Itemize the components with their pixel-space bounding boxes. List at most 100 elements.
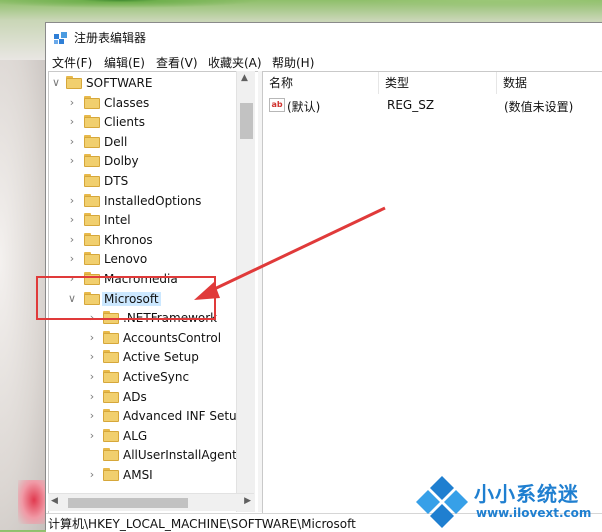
menu-help[interactable]: 帮助(H) — [272, 54, 314, 71]
folder-icon — [84, 134, 100, 148]
menu-favorites[interactable]: 收藏夹(A) — [208, 54, 262, 71]
tree-item-label: Advanced INF Setup — [123, 409, 245, 424]
expand-arrow-icon[interactable]: › — [67, 154, 77, 167]
menu-bar: 文件(F) 编辑(E) 查看(V) 收藏夹(A) 帮助(H) — [46, 51, 602, 71]
expand-arrow-icon[interactable]: › — [67, 233, 77, 246]
tree-item-label: ADs — [123, 389, 147, 404]
scroll-left-icon[interactable]: ◀ — [51, 496, 58, 506]
expand-arrow-icon[interactable]: › — [87, 468, 97, 481]
folder-icon — [103, 389, 119, 403]
tree-item-label: Dell — [104, 134, 128, 149]
tree-item-label: AMSI — [123, 468, 153, 482]
tree-horizontal-scrollbar[interactable]: ◀ ▶ — [48, 493, 254, 511]
folder-icon — [84, 213, 100, 227]
tree-item-label: ALG — [123, 428, 148, 443]
tree-item-active-setup[interactable]: › Active Setup — [49, 348, 239, 367]
expand-arrow-icon[interactable]: › — [87, 409, 97, 422]
tree-item-alg[interactable]: › ALG — [49, 427, 239, 446]
value-type: REG_SZ — [387, 98, 435, 112]
column-header-name[interactable]: 名称 — [263, 72, 379, 94]
tree-item-installedoptions[interactable]: › InstalledOptions — [49, 192, 239, 211]
scroll-right-icon[interactable]: ▶ — [244, 496, 251, 506]
menu-edit[interactable]: 编辑(E) — [104, 54, 145, 71]
menu-file[interactable]: 文件(F) — [52, 54, 92, 71]
folder-icon — [84, 193, 100, 207]
folder-icon — [103, 350, 119, 364]
tree-item-amsi[interactable]: › AMSI — [49, 466, 239, 485]
folder-icon — [84, 115, 100, 129]
folder-icon — [103, 330, 119, 344]
tree-item-ads[interactable]: › ADs — [49, 388, 239, 407]
column-header-type[interactable]: 类型 — [379, 72, 497, 94]
expand-arrow-icon[interactable]: › — [67, 252, 77, 265]
hscroll-thumb[interactable] — [68, 498, 188, 508]
tree-item-classes[interactable]: › Classes — [49, 94, 239, 113]
folder-icon — [84, 252, 100, 266]
expand-arrow-icon[interactable]: › — [67, 194, 77, 207]
tree-item-accountscontrol[interactable]: › AccountsControl — [49, 329, 239, 348]
tree-item-intel[interactable]: › Intel — [49, 211, 239, 230]
tree-item-dts[interactable]: DTS — [49, 172, 239, 191]
value-data: (数值未设置) — [504, 100, 574, 114]
tree-vertical-scrollbar[interactable]: ▲ ▼ — [236, 71, 255, 512]
watermark-brand: 小小系统迷 — [474, 482, 579, 506]
scroll-up-icon[interactable]: ▲ — [241, 73, 248, 83]
regedit-icon — [54, 32, 67, 44]
expand-arrow-icon[interactable]: › — [87, 331, 97, 344]
expand-arrow-icon[interactable]: › — [67, 115, 77, 128]
folder-icon — [103, 370, 119, 383]
folder-icon — [103, 468, 119, 481]
tree-item-alluserinstallagent[interactable]: AllUserInstallAgent — [49, 446, 239, 465]
tree-item-lenovo[interactable]: › Lenovo — [49, 250, 239, 269]
tree-item-label: Classes — [104, 95, 150, 110]
folder-icon — [84, 154, 100, 168]
expand-arrow-icon[interactable]: › — [87, 429, 97, 442]
tree-item-dell[interactable]: › Dell — [49, 133, 239, 152]
expand-arrow-icon[interactable]: › — [87, 370, 97, 383]
expand-arrow-icon[interactable]: › — [87, 390, 97, 403]
watermark-url: www.ilovext.com — [476, 506, 592, 520]
status-path: 计算机\HKEY_LOCAL_MACHINE\SOFTWARE\Microsof… — [48, 517, 356, 531]
tree-item-software[interactable]: ∨ SOFTWARE — [49, 74, 239, 93]
folder-icon — [84, 232, 100, 246]
tree-item-label: SOFTWARE — [86, 76, 153, 90]
tree-item-label: Khronos — [104, 232, 153, 247]
tree-item-label: Intel — [104, 213, 131, 228]
expand-arrow-icon[interactable]: › — [67, 213, 77, 226]
title-bar: 注册表编辑器 — [46, 23, 602, 51]
window-title: 注册表编辑器 — [74, 31, 147, 45]
tree-item-label: Clients — [104, 115, 145, 130]
collapse-arrow-icon[interactable]: ∨ — [51, 76, 61, 89]
expand-arrow-icon[interactable]: › — [67, 135, 77, 148]
column-header-data[interactable]: 数据 — [497, 72, 602, 94]
value-list-pane[interactable]: 名称 类型 数据 ab (默认) REG_SZ (数值未设置) — [262, 71, 602, 513]
value-row[interactable]: ab (默认) REG_SZ (数值未设置) — [263, 96, 602, 115]
value-name: (默认) — [287, 100, 321, 114]
tree-item-label: InstalledOptions — [104, 193, 202, 208]
folder-icon — [103, 428, 119, 442]
menu-view[interactable]: 查看(V) — [156, 54, 198, 71]
folder-icon — [84, 174, 100, 187]
scroll-thumb[interactable] — [240, 103, 253, 139]
tree-item-label: Active Setup — [123, 350, 199, 365]
expand-arrow-icon[interactable]: › — [87, 350, 97, 363]
tree-item-label: ActiveSync — [123, 370, 190, 384]
tree-item-dolby[interactable]: › Dolby — [49, 152, 239, 171]
tree-item-label: Lenovo — [104, 252, 148, 267]
watermark: 小小系统迷 www.ilovext.com — [412, 472, 602, 530]
folder-icon — [66, 76, 82, 89]
brand-logo-icon — [416, 476, 468, 528]
tree-item-label: Dolby — [104, 154, 139, 169]
tree-item-label: AccountsControl — [123, 330, 222, 345]
tree-item-activesync[interactable]: › ActiveSync — [49, 368, 239, 387]
tree-item-clients[interactable]: › Clients — [49, 113, 239, 132]
tree-item-label: DTS — [104, 174, 129, 188]
string-value-icon: ab — [269, 98, 285, 112]
folder-icon — [103, 409, 119, 423]
folder-icon — [84, 95, 100, 109]
tree-item-advanced-inf-setup[interactable]: › Advanced INF Setup — [49, 407, 244, 426]
tree-item-label: AllUserInstallAgent — [123, 448, 237, 463]
annotation-highlight-box — [36, 276, 216, 320]
expand-arrow-icon[interactable]: › — [67, 96, 77, 109]
tree-item-khronos[interactable]: › Khronos — [49, 231, 239, 250]
